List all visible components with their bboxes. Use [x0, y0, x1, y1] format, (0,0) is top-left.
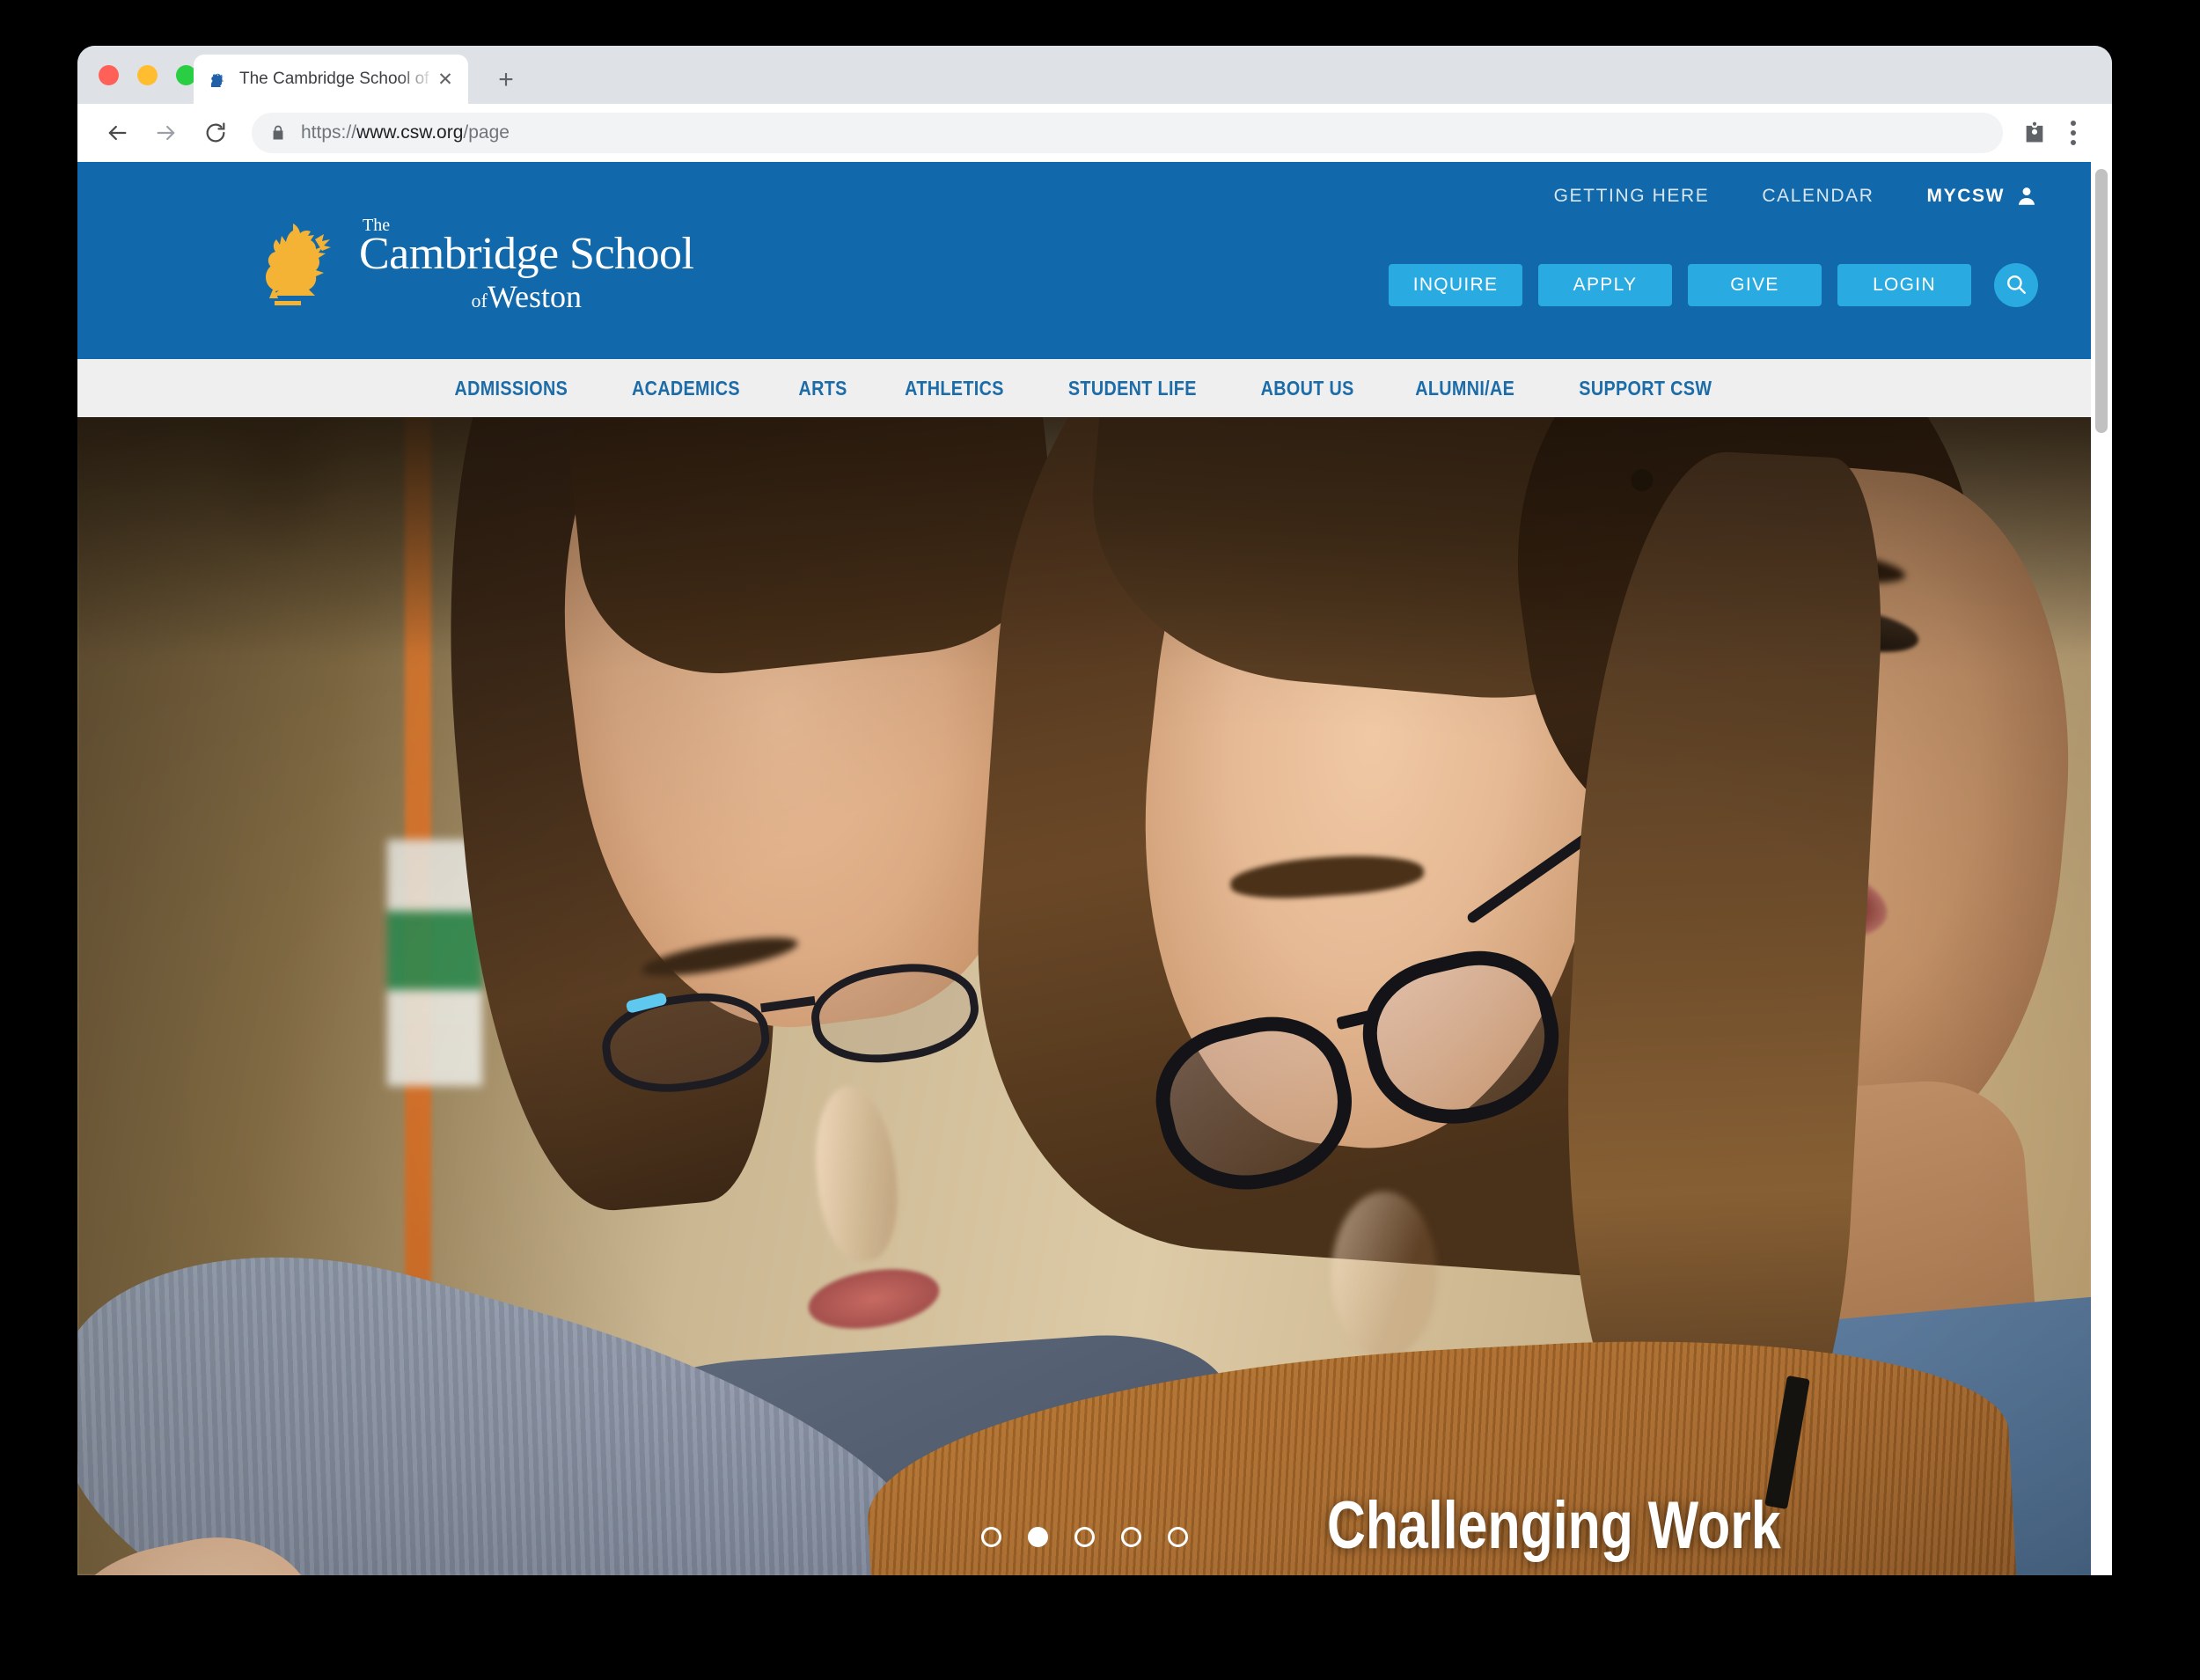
header-cta-buttons: INQUIRE APPLY GIVE LOGIN	[1389, 263, 2038, 307]
carousel-dot-1[interactable]	[980, 1527, 1001, 1547]
browser-tab-title: The Cambridge School of West	[239, 70, 435, 88]
gryphon-logo-icon	[253, 216, 352, 314]
page-viewport: GETTING HERE CALENDAR MYCSW The Cambridg…	[77, 162, 2112, 1575]
carousel-dots	[77, 1527, 2091, 1547]
close-window-button[interactable]	[99, 65, 119, 85]
back-arrow-icon[interactable]	[97, 113, 137, 153]
url-scheme: https://	[301, 122, 357, 143]
new-tab-button[interactable]: +	[491, 67, 521, 97]
browser-window: The Cambridge School of West ✕ +	[77, 46, 2112, 1575]
search-icon	[2005, 273, 2028, 298]
carousel-dot-3[interactable]	[1074, 1527, 1095, 1547]
forward-arrow-icon[interactable]	[146, 113, 187, 153]
minimize-window-button[interactable]	[137, 65, 158, 85]
carousel-dot-5[interactable]	[1167, 1527, 1188, 1547]
window-traffic-lights	[99, 65, 196, 85]
browser-tab[interactable]: The Cambridge School of West ✕	[194, 55, 468, 104]
site-logo-wordmark: The Cambridge School ofWeston	[359, 216, 694, 313]
photo-vignette-overlay	[77, 417, 2091, 1575]
inquire-button[interactable]: INQUIRE	[1389, 264, 1522, 306]
apply-button[interactable]: APPLY	[1538, 264, 1672, 306]
hero-carousel: Challenging Work Our students embrace le…	[77, 417, 2091, 1575]
nav-item-about-us[interactable]: ABOUT US	[1260, 377, 1353, 400]
close-tab-icon[interactable]: ✕	[435, 70, 456, 89]
url-host: www.csw.org	[356, 122, 464, 143]
address-bar[interactable]: https://www.csw.org/page	[252, 113, 2003, 153]
site-logo[interactable]: The Cambridge School ofWeston	[253, 216, 694, 314]
reload-icon[interactable]	[195, 113, 236, 153]
hero-title: Challenging Work	[1327, 1488, 1781, 1563]
lock-icon	[269, 124, 287, 142]
utility-nav: GETTING HERE CALENDAR MYCSW	[1554, 185, 2038, 208]
carousel-dot-2[interactable]	[1027, 1527, 1048, 1547]
give-button[interactable]: GIVE	[1688, 264, 1822, 306]
scrollbar-thumb[interactable]	[2095, 169, 2108, 433]
logo-word-weston: Weston	[487, 278, 582, 314]
site-header: GETTING HERE CALENDAR MYCSW The Cambridg…	[77, 162, 2091, 359]
logo-line-cambridge-school: Cambridge School	[359, 229, 694, 280]
carousel-dot-4[interactable]	[1120, 1527, 1141, 1547]
nav-item-alumni-ae[interactable]: ALUMNI/AE	[1415, 377, 1514, 400]
browser-toolbar: https://www.csw.org/page	[77, 104, 2112, 162]
nav-item-athletics[interactable]: ATHLETICS	[905, 377, 1004, 400]
nav-item-support-csw[interactable]: SUPPORT CSW	[1580, 377, 1712, 400]
mycsw-link[interactable]: MYCSW	[1927, 185, 2039, 208]
logo-line-of-weston: ofWeston	[359, 278, 694, 314]
utility-nav-item-calendar[interactable]: CALENDAR	[1762, 186, 1874, 207]
gryphon-favicon-icon	[206, 68, 229, 91]
logo-word-of: of	[471, 289, 488, 312]
login-button[interactable]: LOGIN	[1837, 264, 1971, 306]
person-icon	[2015, 185, 2038, 208]
profile-card-icon[interactable]	[2015, 114, 2054, 152]
nav-item-arts[interactable]: ARTS	[798, 377, 847, 400]
utility-nav-item-getting-here[interactable]: GETTING HERE	[1554, 186, 1710, 207]
hero-photo	[77, 417, 2091, 1575]
mycsw-label: MYCSW	[1926, 186, 2005, 206]
main-navigation: ADMISSIONS ACADEMICS ARTS ATHLETICS STUD…	[77, 359, 2091, 417]
page-scrollbar[interactable]	[2091, 162, 2112, 1575]
nav-item-academics[interactable]: ACADEMICS	[632, 377, 740, 400]
browser-tab-strip: The Cambridge School of West ✕ +	[77, 46, 2112, 104]
nav-item-admissions[interactable]: ADMISSIONS	[455, 377, 568, 400]
website-page: GETTING HERE CALENDAR MYCSW The Cambridg…	[77, 162, 2091, 1575]
nav-item-student-life[interactable]: STUDENT LIFE	[1068, 377, 1197, 400]
url-path: /page	[463, 122, 510, 143]
three-dot-menu-icon[interactable]	[2054, 114, 2093, 152]
search-button[interactable]	[1994, 263, 2038, 307]
